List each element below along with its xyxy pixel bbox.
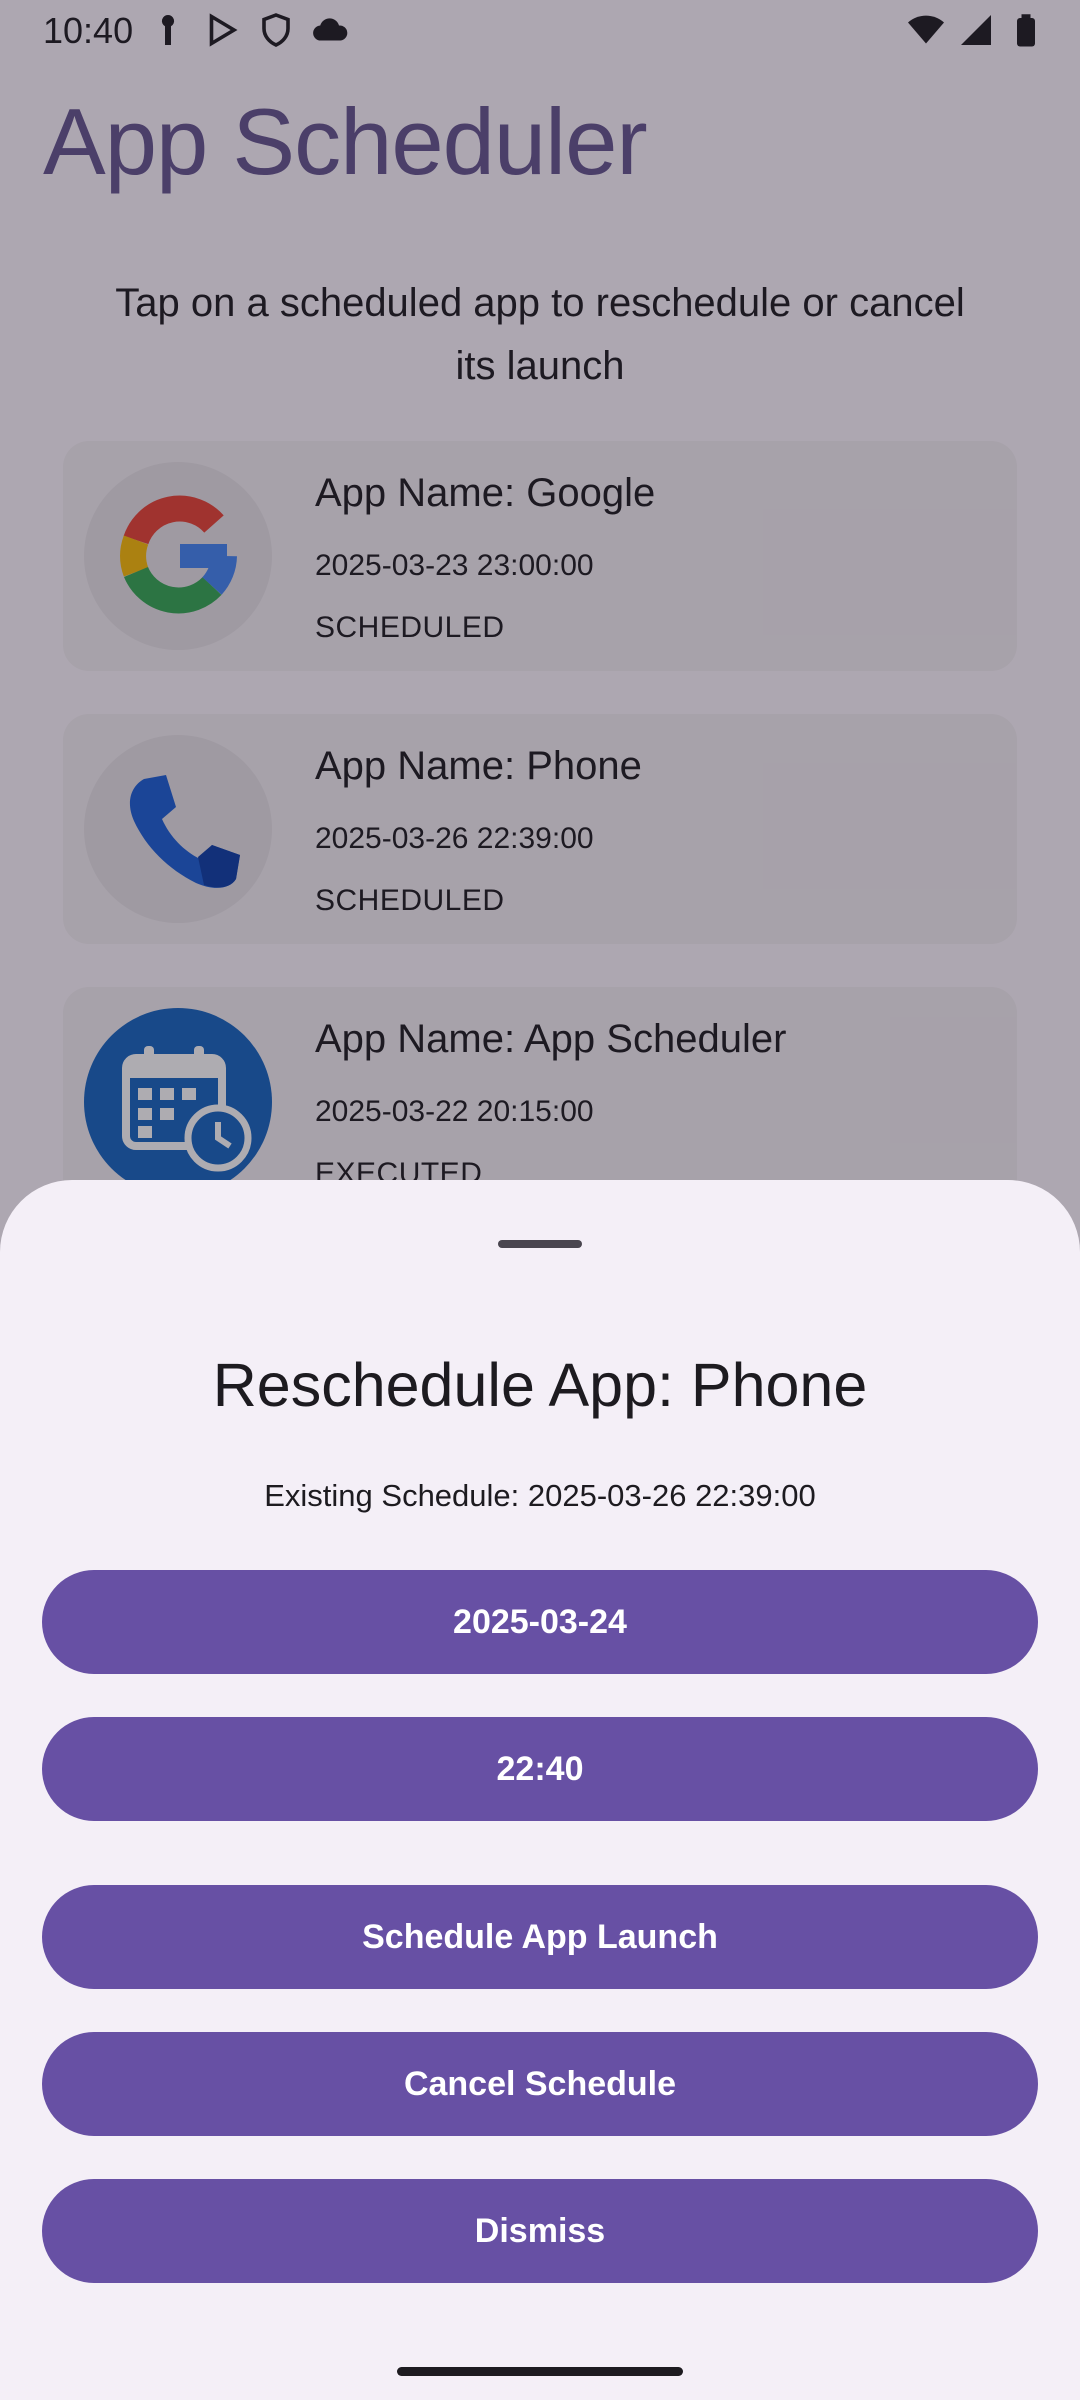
schedule-app-launch-button[interactable]: Schedule App Launch <box>42 1885 1038 1989</box>
existing-schedule-text: Existing Schedule: 2025-03-26 22:39:00 <box>264 1478 816 1513</box>
reschedule-bottom-sheet: Reschedule App: Phone Existing Schedule:… <box>0 1180 1080 2400</box>
gesture-nav-bar[interactable] <box>397 2367 683 2376</box>
date-picker-button[interactable]: 2025-03-24 <box>42 1570 1038 1674</box>
cancel-schedule-button[interactable]: Cancel Schedule <box>42 2032 1038 2136</box>
dismiss-button[interactable]: Dismiss <box>42 2179 1038 2283</box>
drag-handle[interactable] <box>498 1240 582 1248</box>
sheet-title: Reschedule App: Phone <box>212 1351 868 1419</box>
time-picker-button[interactable]: 22:40 <box>42 1717 1038 1821</box>
